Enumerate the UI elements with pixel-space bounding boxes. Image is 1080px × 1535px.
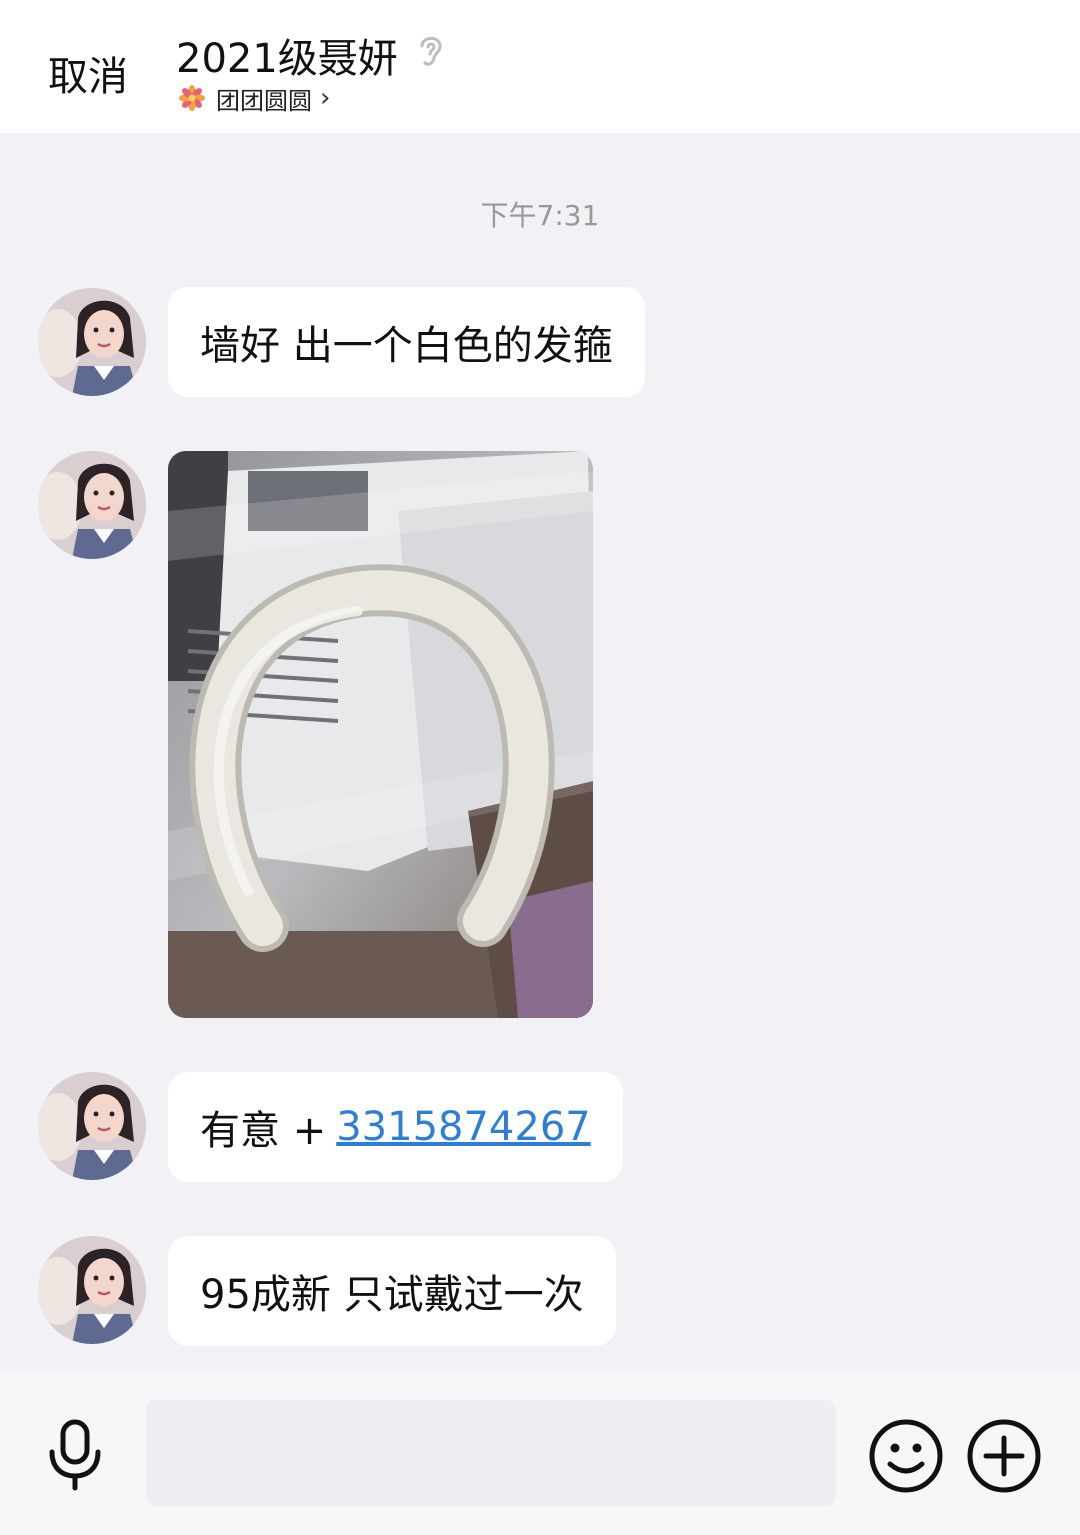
plus-icon[interactable] — [966, 1418, 1042, 1494]
cancel-button[interactable]: 取消 — [48, 44, 128, 102]
message-timestamp: 下午7:31 — [480, 199, 600, 232]
emoji-icon[interactable] — [868, 1418, 944, 1494]
message-text: 墙好 出一个白色的发箍 — [200, 323, 613, 369]
phone-number-link[interactable]: 3315874267 — [336, 1104, 591, 1150]
flower-icon — [179, 85, 205, 111]
message-text: 95成新 只试戴过一次 — [200, 1272, 584, 1318]
avatar[interactable] — [38, 288, 146, 396]
message-bubble: 墙好 出一个白色的发箍 — [168, 287, 645, 397]
headband-photo[interactable] — [168, 451, 593, 1018]
message-bubble: 有意 + 3315874267 — [168, 1072, 623, 1182]
avatar[interactable] — [38, 451, 146, 559]
chevron-right-icon: › — [320, 83, 331, 113]
avatar[interactable] — [38, 1236, 146, 1344]
group-name: 团团圆圆 — [216, 86, 312, 115]
group-link[interactable]: 团团圆圆 › — [178, 82, 331, 115]
message-text: 有意 + — [200, 1108, 327, 1154]
avatar[interactable] — [38, 1072, 146, 1180]
ear-icon[interactable] — [414, 30, 446, 72]
message-input[interactable] — [146, 1400, 836, 1506]
chat-title: 2021级聂妍 — [176, 36, 398, 82]
microphone-icon[interactable] — [44, 1418, 106, 1492]
chat-header: 取消 2021级聂妍 团团圆圆 › — [0, 0, 1080, 133]
message-bubble: 95成新 只试戴过一次 — [168, 1236, 616, 1346]
